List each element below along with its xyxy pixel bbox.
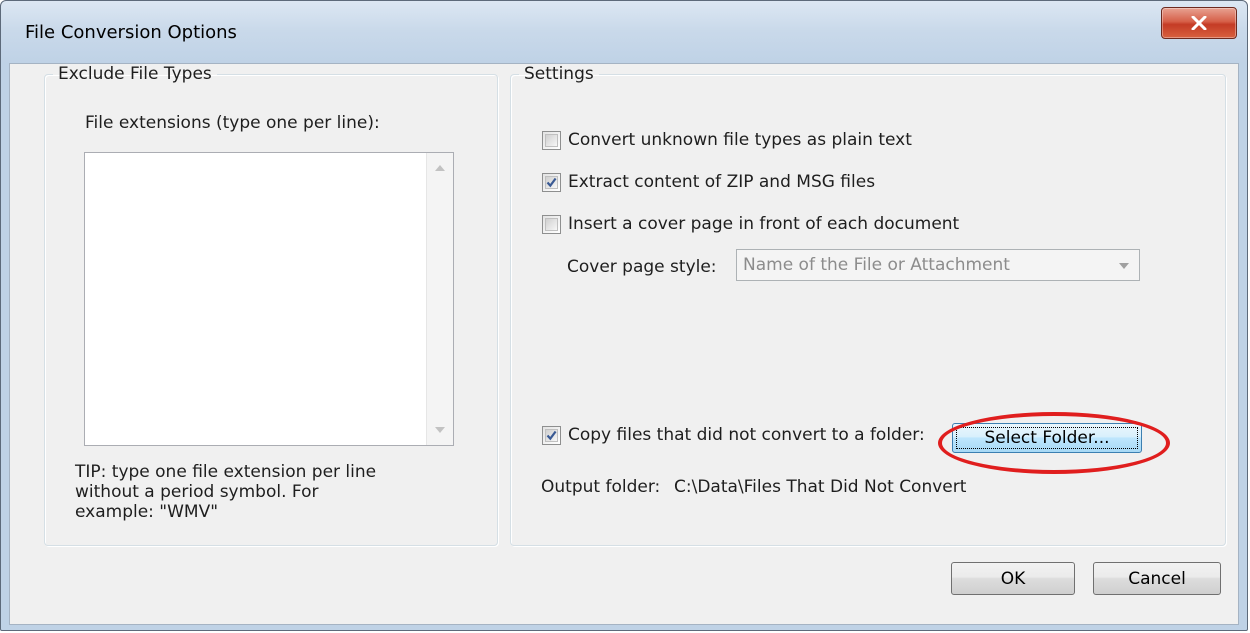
extensions-textarea[interactable] <box>84 152 454 446</box>
dialog-window: File Conversion Options Exclude File Typ… <box>0 0 1248 631</box>
output-folder-path: C:\Data\Files That Did Not Convert <box>674 477 967 497</box>
check-icon <box>546 177 557 188</box>
cover-style-label: Cover page style: <box>567 257 717 277</box>
settings-group-legend: Settings <box>524 64 594 84</box>
cover-style-select: Name of the File or Attachment <box>736 249 1140 281</box>
extensions-scrollbar[interactable] <box>426 153 453 445</box>
cover-page-checkbox[interactable] <box>542 215 561 234</box>
convert-unknown-checkbox[interactable] <box>542 131 561 150</box>
extract-zip-label[interactable]: Extract content of ZIP and MSG files <box>568 172 875 192</box>
scroll-down-arrow-icon[interactable] <box>435 427 445 433</box>
scroll-up-arrow-icon[interactable] <box>435 165 445 171</box>
chevron-down-icon <box>1119 263 1129 269</box>
cover-page-label[interactable]: Insert a cover page in front of each doc… <box>568 214 959 234</box>
dialog-client-area: Exclude File Types File extensions (type… <box>9 63 1239 625</box>
title-bar[interactable]: File Conversion Options <box>1 1 1247 63</box>
extensions-label: File extensions (type one per line): <box>85 113 380 133</box>
copy-failed-checkbox[interactable] <box>542 426 561 445</box>
select-folder-button[interactable]: Select Folder... <box>952 423 1142 453</box>
cover-style-value: Name of the File or Attachment <box>743 255 1010 275</box>
exclude-group-legend: Exclude File Types <box>58 64 212 84</box>
ok-button[interactable]: OK <box>951 562 1075 595</box>
extract-zip-checkbox[interactable] <box>542 173 561 192</box>
convert-unknown-label[interactable]: Convert unknown file types as plain text <box>568 130 912 150</box>
close-button[interactable] <box>1161 7 1237 39</box>
check-icon <box>546 430 557 441</box>
output-folder-label: Output folder: <box>541 477 661 497</box>
tip-text: TIP: type one file extension per line wi… <box>75 462 377 522</box>
close-icon <box>1191 16 1207 30</box>
cancel-button[interactable]: Cancel <box>1093 562 1221 595</box>
window-title: File Conversion Options <box>25 22 237 43</box>
copy-failed-label[interactable]: Copy files that did not convert to a fol… <box>568 425 925 445</box>
